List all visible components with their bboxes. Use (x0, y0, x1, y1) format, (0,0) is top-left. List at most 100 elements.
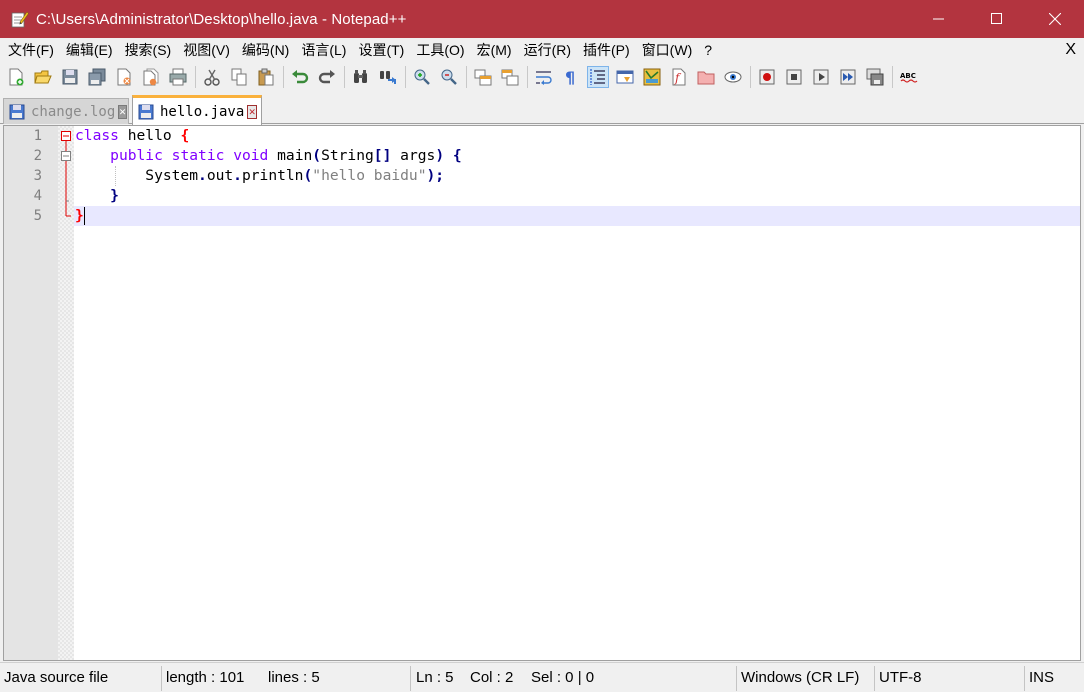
code-token: main (268, 147, 313, 164)
close-window-button[interactable] (1026, 0, 1084, 38)
toolbar-separator (344, 66, 345, 88)
status-length: length : 101 (166, 669, 245, 686)
close-icon[interactable] (113, 66, 135, 88)
code-editor[interactable]: 1 2 3 4 5 class hello { public static void m… (3, 125, 1081, 661)
saved-file-icon (9, 104, 25, 120)
play-macro-icon[interactable] (810, 66, 832, 88)
cut-icon[interactable] (201, 66, 223, 88)
indent-guide-icon[interactable] (587, 66, 609, 88)
zoom-in-icon[interactable] (411, 66, 433, 88)
code-token: args (391, 147, 436, 164)
toolbar-separator (892, 66, 893, 88)
title-bar: C:\Users\Administrator\Desktop\hello.jav… (0, 0, 1084, 38)
undo-icon[interactable] (289, 66, 311, 88)
status-eol[interactable]: Windows (CR LF) (741, 663, 859, 692)
code-line[interactable]: } (74, 206, 1080, 226)
save-icon[interactable] (59, 66, 81, 88)
new-file-icon[interactable] (5, 66, 27, 88)
line-number: 1 (33, 128, 42, 144)
code-token: String (321, 147, 374, 164)
close-all-icon[interactable] (140, 66, 162, 88)
status-file-type: Java source file (4, 669, 109, 686)
folder-workspace-icon[interactable] (695, 66, 717, 88)
code-token: ); (426, 167, 445, 184)
close-document-button[interactable]: X (1065, 38, 1076, 62)
code-line[interactable]: class hello { (74, 126, 1080, 146)
tab-bar: change.log ✕ hello.java ✕ (0, 92, 1084, 125)
toolbar-separator (750, 66, 751, 88)
toolbar-separator (405, 66, 406, 88)
menu-view[interactable]: 视图(V) (177, 38, 236, 62)
menu-macro[interactable]: 宏(M) (471, 38, 518, 62)
word-wrap-icon[interactable] (533, 66, 555, 88)
replace-icon[interactable] (377, 66, 399, 88)
status-sel: Sel : 0 | 0 (531, 669, 595, 686)
sync-horizontal-icon[interactable] (499, 66, 521, 88)
redo-icon[interactable] (316, 66, 338, 88)
document-map-icon[interactable] (641, 66, 663, 88)
code-token: { (452, 147, 462, 164)
code-area[interactable]: class hello { public static void main(St… (74, 126, 1080, 660)
user-language-icon[interactable] (614, 66, 636, 88)
code-token: System (75, 167, 199, 184)
record-macro-icon[interactable] (756, 66, 778, 88)
monitoring-icon[interactable] (722, 66, 744, 88)
menu-window[interactable]: 窗口(W) (636, 38, 699, 62)
code-line[interactable]: System.out.println("hello baidu"); (74, 166, 1080, 186)
code-token: } (110, 187, 119, 204)
save-macro-icon[interactable] (864, 66, 886, 88)
code-token: . (198, 167, 207, 184)
toolbar-separator (283, 66, 284, 88)
minimize-button[interactable] (910, 0, 968, 38)
save-all-icon[interactable] (86, 66, 108, 88)
fold-margin[interactable] (58, 126, 74, 660)
paste-icon[interactable] (255, 66, 277, 88)
code-token: static (171, 147, 225, 164)
menu-run[interactable]: 运行(R) (518, 38, 577, 62)
menu-file[interactable]: 文件(F) (2, 38, 60, 62)
zoom-out-icon[interactable] (438, 66, 460, 88)
copy-icon[interactable] (228, 66, 250, 88)
find-icon[interactable] (350, 66, 372, 88)
line-number: 3 (33, 168, 42, 184)
menu-search[interactable]: 搜索(S) (119, 38, 178, 62)
line-number-gutter: 1 2 3 4 5 (4, 126, 58, 660)
open-file-icon[interactable] (32, 66, 54, 88)
saved-file-icon (138, 104, 154, 120)
code-token: ( (303, 167, 313, 184)
menu-encoding[interactable]: 编码(N) (236, 38, 295, 62)
run-macro-multiple-icon[interactable] (837, 66, 859, 88)
line-number: 2 (33, 148, 42, 164)
code-token: hello (118, 127, 181, 144)
toolbar: ¶ f ABC (0, 62, 1084, 92)
status-encoding[interactable]: UTF-8 (879, 663, 922, 692)
menu-tools[interactable]: 工具(O) (410, 38, 470, 62)
svg-text:ABC: ABC (900, 72, 916, 80)
tab-label: change.log (31, 103, 116, 120)
menu-edit[interactable]: 编辑(E) (60, 38, 119, 62)
code-token: ) (435, 147, 445, 164)
menu-help[interactable]: ? (698, 38, 718, 62)
menu-settings[interactable]: 设置(T) (352, 38, 410, 62)
code-token: "hello baidu" (312, 167, 427, 184)
menu-language[interactable]: 语言(L) (295, 38, 352, 62)
tab-close-button[interactable]: ✕ (247, 104, 257, 119)
function-list-icon[interactable]: f (668, 66, 690, 88)
code-line[interactable]: public static void main(String[] args) { (74, 146, 1080, 166)
code-token: out (206, 167, 234, 184)
maximize-button[interactable] (968, 0, 1026, 38)
code-token: public (110, 147, 163, 164)
stop-macro-icon[interactable] (783, 66, 805, 88)
spell-check-icon[interactable]: ABC (898, 66, 920, 88)
tab-change-log[interactable]: change.log ✕ (3, 98, 129, 124)
toolbar-separator (466, 66, 467, 88)
tab-hello-java[interactable]: hello.java ✕ (132, 95, 262, 125)
show-all-chars-icon[interactable]: ¶ (560, 66, 582, 88)
tab-close-button[interactable]: ✕ (118, 104, 127, 119)
sync-vertical-icon[interactable] (472, 66, 494, 88)
menu-plugins[interactable]: 插件(P) (577, 38, 636, 62)
code-line[interactable]: } (74, 186, 1080, 206)
code-token: } (75, 207, 84, 224)
print-icon[interactable] (167, 66, 189, 88)
